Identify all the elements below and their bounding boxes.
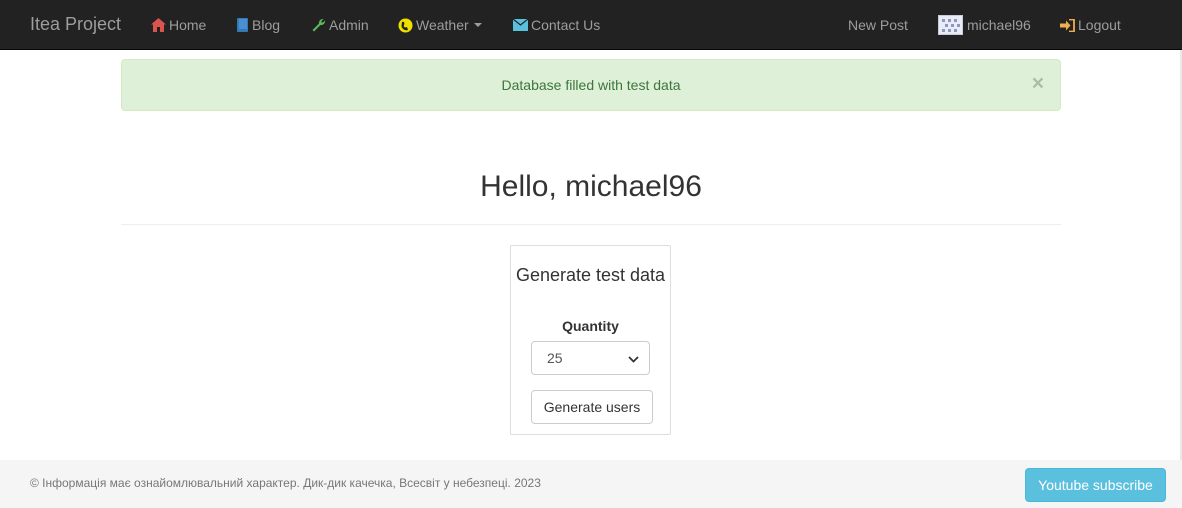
envelope-icon: [513, 19, 528, 31]
alert-message: Database filled with test data: [501, 77, 681, 93]
nav-home[interactable]: Home: [151, 0, 206, 50]
success-alert: Database filled with test data ×: [121, 59, 1061, 111]
wrench-icon: [312, 18, 326, 32]
nav-logout[interactable]: Logout: [1060, 0, 1121, 50]
logout-icon: [1060, 18, 1075, 32]
chevron-down-icon: [628, 350, 639, 366]
brand-link[interactable]: Itea Project: [30, 0, 121, 50]
nav-admin-label: Admin: [329, 17, 369, 33]
book-icon: [237, 18, 249, 32]
close-icon[interactable]: ×: [1032, 73, 1044, 94]
nav-admin[interactable]: Admin: [312, 0, 369, 50]
page-title: Hello, michael96: [480, 170, 702, 203]
avatar: [938, 15, 963, 35]
footer: © Інформація має ознайомлювальний характ…: [0, 460, 1182, 508]
quantity-select[interactable]: 25: [531, 341, 650, 375]
nav-weather-dropdown[interactable]: Weather: [398, 0, 482, 50]
footer-copyright: © Інформація має ознайомлювальний характ…: [30, 476, 541, 490]
nav-new-post[interactable]: New Post: [848, 0, 908, 50]
nav-home-label: Home: [169, 17, 207, 33]
home-icon: [151, 18, 166, 32]
youtube-subscribe-button[interactable]: Youtube subscribe: [1025, 468, 1166, 502]
quantity-label: Quantity: [562, 318, 619, 334]
nav-user-profile[interactable]: michael96: [938, 0, 1031, 50]
quantity-value: 25: [547, 350, 563, 366]
generate-test-data-panel: Generate test data Quantity 25 Generate …: [510, 245, 671, 435]
top-navbar: Itea Project Home Blog Admin Weather Con…: [0, 0, 1182, 50]
nav-new-post-label: New Post: [848, 17, 908, 33]
panel-title: Generate test data: [515, 265, 666, 285]
nav-blog-label: Blog: [252, 17, 281, 33]
nav-blog[interactable]: Blog: [237, 0, 280, 50]
globe-icon: [398, 18, 413, 33]
caret-down-icon: [473, 23, 482, 27]
divider: [121, 224, 1061, 225]
nav-contact-label: Contact Us: [531, 17, 601, 33]
nav-contact[interactable]: Contact Us: [513, 0, 600, 50]
generate-users-button[interactable]: Generate users: [531, 390, 653, 424]
nav-username: michael96: [967, 17, 1031, 33]
nav-logout-label: Logout: [1078, 17, 1121, 33]
nav-weather-label: Weather: [416, 17, 469, 33]
